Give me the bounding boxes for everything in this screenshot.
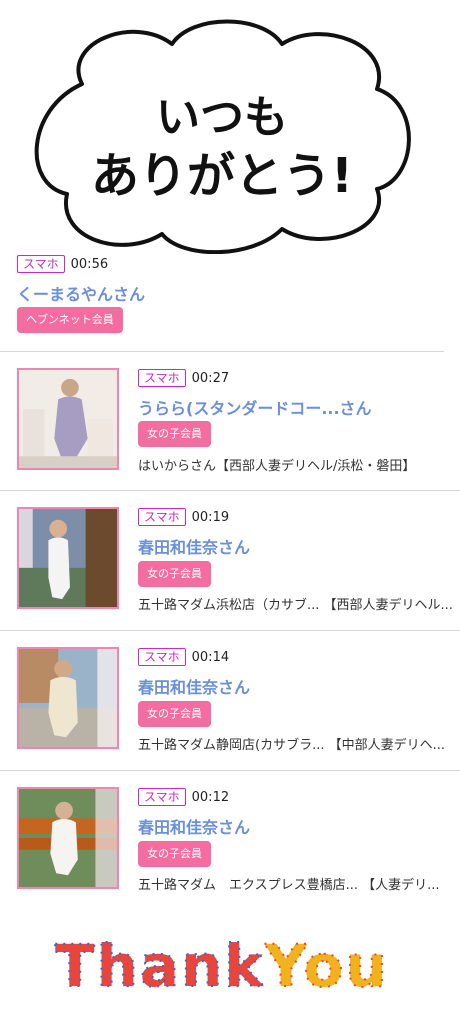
visitor-thumbnail[interactable]	[17, 787, 119, 889]
shop-name: 五十路マダム静岡店(カサブラ... 【中部人妻デリヘ...	[138, 738, 445, 753]
device-badge: スマホ	[138, 508, 186, 526]
device-badge: スマホ	[17, 255, 65, 273]
visitor-item[interactable]: スマホ 00:12 春田和佳奈さん 女の子会員 五十路マダム エクスプレス豊橋店…	[0, 771, 460, 899]
visit-time: 00:12	[191, 789, 230, 805]
visitor-name-link[interactable]: うらら(スタンダードコー...さん	[138, 395, 372, 419]
visitor-name-link[interactable]: 春田和佳奈さん	[138, 534, 250, 558]
visit-time: 00:56	[70, 256, 109, 272]
banner-line2: ありがとう!	[91, 148, 353, 204]
visit-time: 00:14	[191, 649, 230, 665]
visitor-name-link[interactable]: 春田和佳奈さん	[138, 814, 250, 838]
thank-you-graphic: Thank You	[50, 908, 390, 1008]
device-badge: スマホ	[138, 369, 186, 387]
shop-name: はいからさん【西部人妻デリヘル/浜松・磐田】	[138, 459, 416, 474]
visit-time: 00:27	[191, 370, 230, 386]
member-badge: 女の子会員	[138, 701, 211, 727]
visitor-thumbnail[interactable]	[17, 647, 119, 749]
visitor-thumbnail[interactable]	[17, 368, 119, 470]
banner-line1: いつも	[156, 92, 288, 143]
you-word: You	[264, 932, 389, 1000]
thanks-cloud-banner: いつも ありがとう!	[22, 14, 422, 254]
visit-time: 00:19	[191, 509, 230, 525]
thank-word: Thank	[55, 932, 265, 1000]
device-badge: スマホ	[138, 788, 186, 806]
member-badge: 女の子会員	[138, 561, 211, 587]
shop-name: 五十路マダム浜松店（カサブ... 【西部人妻デリヘル...	[138, 598, 453, 613]
member-badge: 女の子会員	[138, 421, 211, 447]
member-badge: ヘブンネット会員	[17, 307, 123, 333]
shop-name: 五十路マダム エクスプレス豊橋店... 【人妻デリ...	[138, 878, 440, 893]
visitor-item[interactable]: スマホ 00:19 春田和佳奈さん 女の子会員 五十路マダム浜松店（カサブ...…	[0, 491, 460, 631]
device-badge: スマホ	[138, 648, 186, 666]
member-badge: 女の子会員	[138, 841, 211, 867]
visitor-item[interactable]: スマホ 00:14 春田和佳奈さん 女の子会員 五十路マダム静岡店(カサブラ..…	[0, 631, 460, 771]
visitor-item[interactable]: スマホ 00:56 くーまるやんさん ヘブンネット会員	[0, 246, 444, 352]
visitor-thumbnail[interactable]	[17, 507, 119, 609]
visitor-name-link[interactable]: くーまるやんさん	[17, 281, 145, 305]
visitor-item[interactable]: スマホ 00:27 うらら(スタンダードコー...さん 女の子会員 はいからさん…	[0, 351, 460, 491]
visitor-name-link[interactable]: 春田和佳奈さん	[138, 674, 250, 698]
